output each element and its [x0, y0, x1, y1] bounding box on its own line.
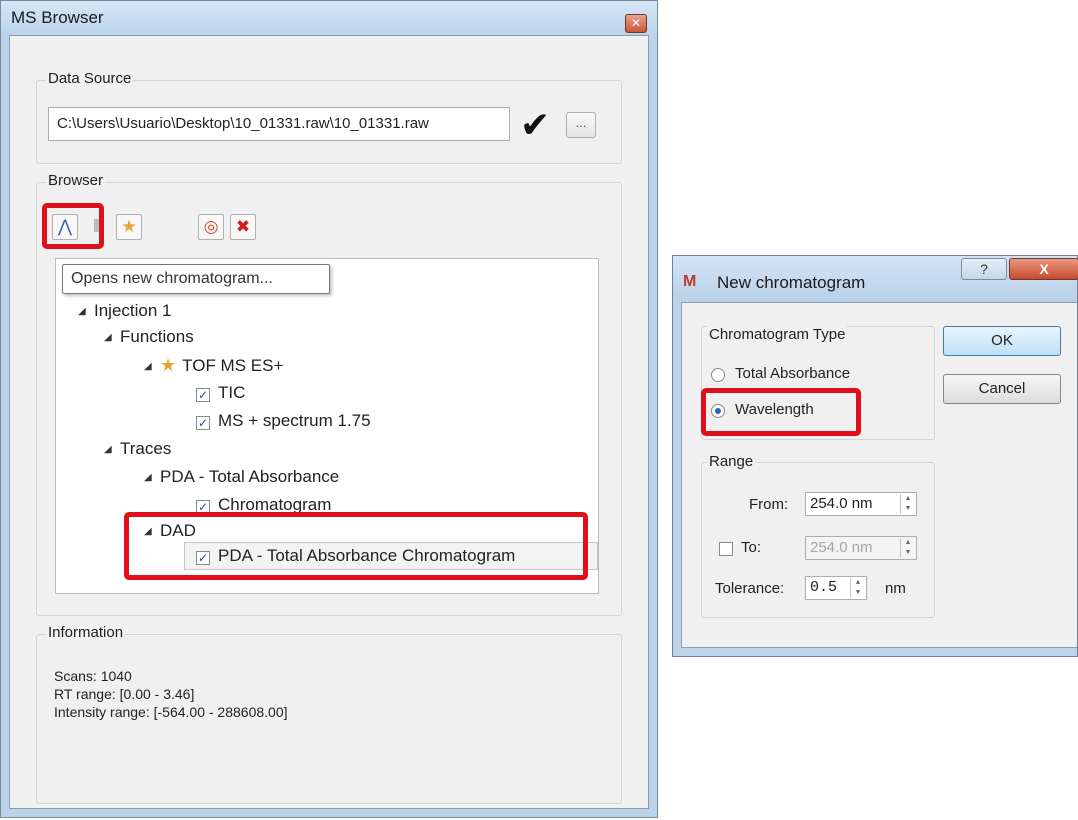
favorite-button[interactable]: ★: [116, 214, 142, 240]
favorite-icon: ★: [121, 217, 137, 236]
tolerance-spinner[interactable]: 0.5 ▲ ▼: [805, 576, 867, 600]
highlight-new-chromatogram: [42, 203, 104, 249]
target-icon: ◎: [203, 217, 219, 236]
radio-total-absorbance[interactable]: [711, 368, 725, 382]
target-button[interactable]: ◎: [198, 214, 224, 240]
tree-node-functions[interactable]: ◢ Functions: [104, 326, 194, 349]
data-source-path-input[interactable]: C:\Users\Usuario\Desktop\10_01331.raw\10…: [48, 107, 510, 141]
new-chromatogram-dialog: M New chromatogram ? X Chromatogram Type…: [672, 255, 1078, 657]
to-checkbox[interactable]: [719, 542, 733, 556]
delete-button[interactable]: ✖: [230, 214, 256, 240]
spinner-arrows-icon[interactable]: ▲ ▼: [900, 494, 915, 514]
tooltip: Opens new chromatogram...: [62, 264, 330, 294]
browser-label: Browser: [46, 172, 106, 189]
tree-node-ms-spectrum[interactable]: ✓ MS + spectrum 1.75: [196, 410, 371, 432]
dialog-title: New chromatogram: [717, 273, 866, 292]
close-icon[interactable]: X: [1009, 258, 1078, 280]
to-label: To:: [741, 539, 762, 556]
spinner-arrows-icon[interactable]: ▲ ▼: [850, 578, 865, 598]
ok-button[interactable]: OK: [943, 326, 1061, 356]
window-title: MS Browser: [11, 8, 104, 27]
app-icon: M: [683, 273, 697, 290]
title-bar[interactable]: MS Browser ✕: [1, 1, 657, 35]
intensity-range-text: Intensity range: [-564.00 - 288608.00]: [54, 704, 288, 720]
tree-node-traces[interactable]: ◢ Traces: [104, 438, 171, 461]
tolerance-unit: nm: [885, 580, 906, 597]
chromatogram-type-label: Chromatogram Type: [707, 326, 848, 343]
favorite-star-icon: ★: [160, 355, 177, 375]
tree-node-injection[interactable]: ◢ Injection 1: [78, 300, 172, 323]
checkbox-ms-spectrum[interactable]: ✓: [196, 416, 210, 430]
from-spinner[interactable]: 254.0 nm ▲ ▼: [805, 492, 917, 516]
tree-node-tof[interactable]: ◢ ★ TOF MS ES+: [144, 354, 283, 378]
total-absorbance-label: Total Absorbance: [735, 365, 851, 382]
delete-icon: ✖: [235, 217, 251, 236]
information-label: Information: [46, 624, 126, 641]
browse-button[interactable]: ...: [566, 112, 596, 138]
spinner-arrows-icon[interactable]: ▲ ▼: [900, 538, 915, 558]
scans-text: Scans: 1040: [54, 668, 132, 684]
highlight-dad-node: [124, 512, 588, 580]
tree-node-pda-total[interactable]: ◢ PDA - Total Absorbance: [144, 466, 339, 489]
data-source-label: Data Source: [46, 70, 134, 87]
range-label: Range: [707, 453, 756, 470]
tree-node-tic[interactable]: ✓ TIC: [196, 382, 245, 404]
check-icon: ✔: [520, 104, 551, 145]
checkbox-tic[interactable]: ✓: [196, 388, 210, 402]
highlight-wavelength: [701, 388, 861, 436]
rt-range-text: RT range: [0.00 - 3.46]: [54, 686, 195, 702]
tolerance-label: Tolerance:: [715, 580, 785, 597]
help-icon[interactable]: ?: [961, 258, 1007, 280]
to-spinner[interactable]: 254.0 nm ▲ ▼: [805, 536, 917, 560]
from-label: From:: [749, 496, 789, 513]
dialog-title-bar[interactable]: M New chromatogram ? X: [673, 256, 1078, 302]
cancel-button[interactable]: Cancel: [943, 374, 1061, 404]
close-icon[interactable]: ✕: [625, 14, 647, 33]
